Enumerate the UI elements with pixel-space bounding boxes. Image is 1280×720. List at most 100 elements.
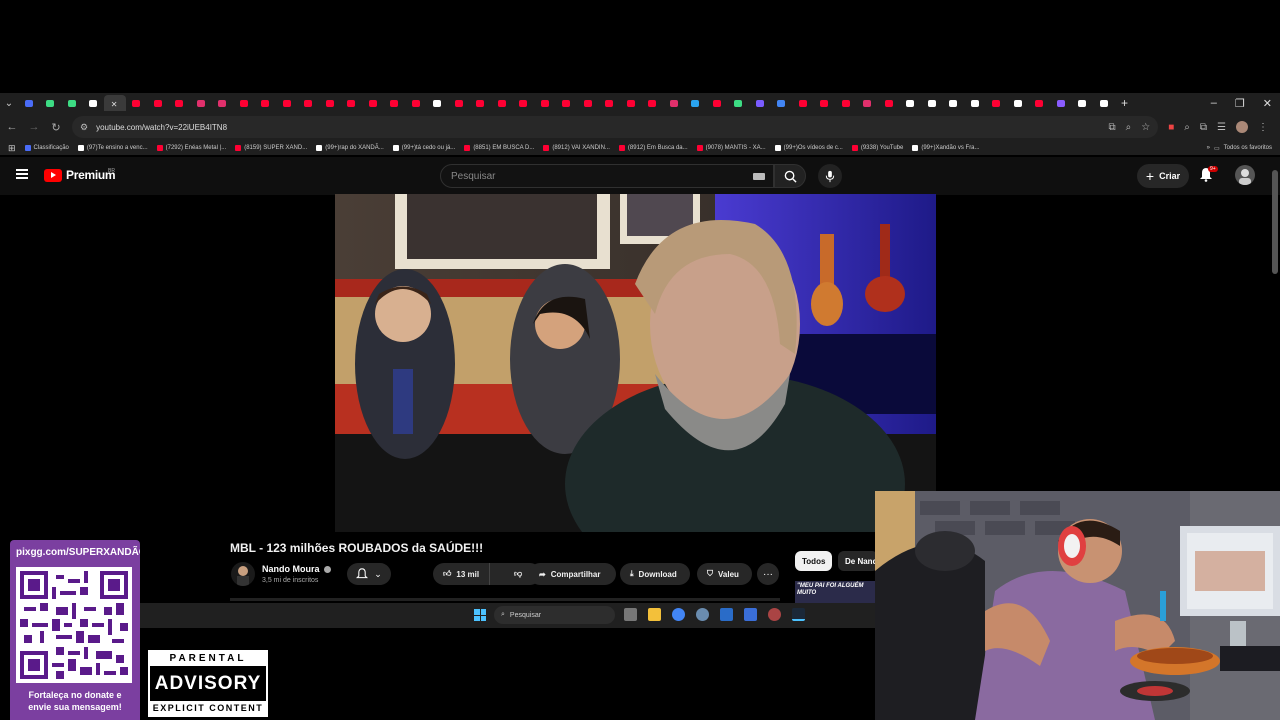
- new-tab-button[interactable]: +: [1115, 96, 1135, 110]
- bookmark-item[interactable]: (8159) SUPER XAND...: [235, 145, 307, 151]
- browser-tab[interactable]: [83, 95, 105, 111]
- channel-name[interactable]: Nando Moura: [262, 564, 331, 574]
- browser-tab[interactable]: [276, 95, 298, 111]
- browser-tab[interactable]: [40, 95, 62, 111]
- browser-tab[interactable]: [986, 95, 1008, 111]
- browser-tab[interactable]: [233, 95, 255, 111]
- minimize-icon[interactable]: –: [1211, 97, 1217, 110]
- browser-tab[interactable]: [577, 95, 599, 111]
- bookmark-item[interactable]: (8851) EM BUSCA D...: [464, 145, 534, 151]
- url-bar[interactable]: ⚙ youtube.com/watch?v=22iUEB4ITN8 ⧉ ⌕ ☆: [72, 116, 1159, 138]
- site-info-icon[interactable]: ⚙: [80, 122, 88, 133]
- youtube-logo[interactable]: Premium: [44, 168, 116, 182]
- task-view-icon[interactable]: [624, 608, 637, 621]
- bookmark-item[interactable]: (8912) Em Busca da...: [618, 145, 688, 151]
- page-scrollbar[interactable]: [1272, 170, 1278, 274]
- browser-tab[interactable]: [126, 95, 148, 111]
- browser-tab[interactable]: [18, 95, 40, 111]
- browser-tab[interactable]: [771, 95, 793, 111]
- create-button[interactable]: + Criar: [1137, 164, 1189, 188]
- bookmark-item[interactable]: (8912) VAI XANDIN...: [543, 145, 610, 151]
- voice-search-button[interactable]: [818, 164, 842, 188]
- browser-tab[interactable]: [534, 95, 556, 111]
- bookmark-item[interactable]: (99+)tá cedo ou já...: [392, 145, 455, 151]
- browser-tab[interactable]: [964, 95, 986, 111]
- search-input[interactable]: Pesquisar: [440, 164, 774, 188]
- browser-tab[interactable]: [943, 95, 965, 111]
- chrome-icon[interactable]: [672, 608, 685, 621]
- browser-tab[interactable]: [61, 95, 83, 111]
- browser-tab[interactable]: [255, 95, 277, 111]
- browser-tab[interactable]: [147, 95, 169, 111]
- browser-tab[interactable]: [663, 95, 685, 111]
- taskbar-search[interactable]: ⌕ Pesquisar: [494, 606, 615, 624]
- chip-all[interactable]: Todos: [795, 551, 833, 571]
- browser-tab[interactable]: [298, 95, 320, 111]
- browser-tab[interactable]: [814, 95, 836, 111]
- download-button[interactable]: ⤓ Download: [620, 563, 690, 585]
- video-player[interactable]: [335, 194, 936, 532]
- browser-tab[interactable]: [642, 95, 664, 111]
- browser-tab[interactable]: [384, 95, 406, 111]
- browser-tab[interactable]: [556, 95, 578, 111]
- chip-channel[interactable]: De Nando: [838, 551, 878, 571]
- bookmark-item[interactable]: Classificação: [24, 145, 69, 151]
- profile-avatar[interactable]: [1236, 121, 1248, 133]
- bookmark-item[interactable]: (9078) MANTIS - XA...: [696, 145, 766, 151]
- browser-tab[interactable]: [190, 95, 212, 111]
- forward-icon[interactable]: →: [28, 121, 40, 133]
- browser-tab[interactable]: [1050, 95, 1072, 111]
- browser-tab[interactable]: [900, 95, 922, 111]
- channel-avatar[interactable]: [231, 562, 255, 586]
- keyboard-icon[interactable]: [753, 173, 765, 180]
- app-icon[interactable]: [720, 608, 733, 621]
- file-explorer-icon[interactable]: [648, 608, 661, 621]
- browser-tab[interactable]: [448, 95, 470, 111]
- browser-tab[interactable]: [728, 95, 750, 111]
- bookmark-item[interactable]: (9338) YouTube: [851, 145, 903, 151]
- browser-tab[interactable]: [491, 95, 513, 111]
- browser-tab[interactable]: [1007, 95, 1029, 111]
- like-button[interactable]: 👍︎ 13 mil: [433, 563, 491, 585]
- all-bookmarks[interactable]: » ▭ Todos os favoritos: [1207, 145, 1280, 152]
- extensions-puzzle-icon[interactable]: ⧉: [1200, 122, 1207, 133]
- browser-tab[interactable]: [1029, 95, 1051, 111]
- close-window-icon[interactable]: ✕: [1263, 97, 1272, 110]
- subscription-bell-button[interactable]: ⌄: [347, 563, 391, 585]
- back-icon[interactable]: ←: [6, 121, 18, 133]
- menu-icon[interactable]: [16, 169, 28, 179]
- browser-tab[interactable]: [341, 95, 363, 111]
- reload-icon[interactable]: ↻: [50, 121, 62, 134]
- browser-tab[interactable]: [212, 95, 234, 111]
- browser-tab[interactable]: [599, 95, 621, 111]
- browser-menu-icon[interactable]: ⋮: [1258, 122, 1268, 133]
- browser-tab[interactable]: [685, 95, 707, 111]
- browser-tab[interactable]: [169, 95, 191, 111]
- start-icon[interactable]: [474, 609, 486, 621]
- bookmark-item[interactable]: (99+)Os vídeos de c...: [774, 145, 843, 151]
- bookmark-item[interactable]: (99+)rap do XANDÃ...: [316, 145, 384, 151]
- tab-list-icon[interactable]: ☰: [1217, 122, 1226, 133]
- bookmark-item[interactable]: (99+)Xandão vs Fra...: [912, 145, 980, 151]
- apps-grid-icon[interactable]: ⊞: [8, 143, 16, 154]
- more-actions-button[interactable]: ···: [757, 563, 779, 585]
- account-avatar[interactable]: [1235, 165, 1255, 185]
- maximize-icon[interactable]: ❐: [1235, 97, 1245, 110]
- browser-tab[interactable]: ✕: [104, 95, 126, 111]
- browser-tab[interactable]: [405, 95, 427, 111]
- browser-tab[interactable]: [921, 95, 943, 111]
- thanks-button[interactable]: ⛉ Valeu: [697, 563, 752, 585]
- app-icon[interactable]: [744, 608, 757, 621]
- install-icon[interactable]: ⧉: [1109, 122, 1116, 133]
- browser-tab[interactable]: [835, 95, 857, 111]
- extension-icon[interactable]: ■: [1168, 122, 1174, 133]
- browser-tab[interactable]: [620, 95, 642, 111]
- browser-tab[interactable]: [706, 95, 728, 111]
- browser-tab[interactable]: [427, 95, 449, 111]
- bookmark-star-icon[interactable]: ☆: [1141, 122, 1150, 133]
- browser-tab[interactable]: [362, 95, 384, 111]
- zoom-icon[interactable]: ⌕: [1126, 122, 1132, 133]
- browser-tab[interactable]: [1093, 95, 1115, 111]
- browser-tab[interactable]: [792, 95, 814, 111]
- browser-tab[interactable]: [470, 95, 492, 111]
